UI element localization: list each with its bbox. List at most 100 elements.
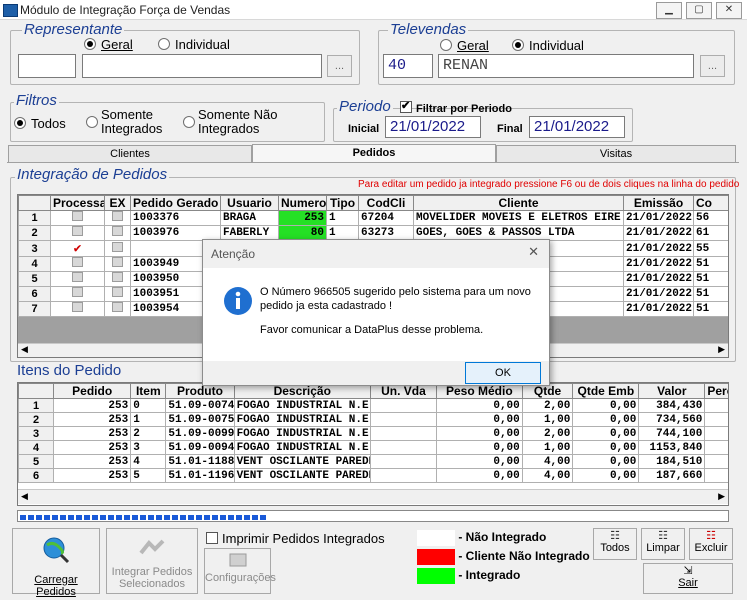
- tab-pedidos[interactable]: Pedidos: [252, 144, 496, 163]
- col-co[interactable]: Co: [693, 195, 728, 211]
- col-cliente[interactable]: Cliente: [413, 195, 624, 211]
- col-numero[interactable]: Numero: [278, 195, 327, 211]
- ex-cell[interactable]: [104, 225, 131, 241]
- itens-grid[interactable]: Pedido Item Produto Descrição Un. Vda Pe…: [17, 382, 729, 506]
- scroll-right-icon[interactable]: ▶: [718, 491, 725, 502]
- tele-browse-button[interactable]: ...: [700, 55, 725, 77]
- maximize-button[interactable]: ▢: [686, 2, 712, 19]
- ex-cell[interactable]: [104, 271, 131, 287]
- peso-medio-cell: 0,00: [435, 454, 523, 469]
- col-pedido[interactable]: Pedido: [53, 383, 132, 399]
- close-button[interactable]: ✕: [716, 2, 742, 19]
- progress-segment: [212, 515, 218, 520]
- carregar-pedidos-button[interactable]: Carregar Pedidos: [12, 528, 100, 598]
- minimize-button[interactable]: ▁: [656, 2, 682, 19]
- table-row[interactable]: 1253051.09-0074FOGAO INDUSTRIAL N.E 2 BO…: [18, 398, 728, 413]
- imprimir-integrados-checkbox[interactable]: Imprimir Pedidos Integrados: [206, 531, 385, 546]
- excluir-button[interactable]: ☷ Excluir: [689, 528, 733, 560]
- processa-cell[interactable]: ✔: [50, 240, 105, 257]
- item-cell: 4: [130, 454, 167, 469]
- col-processa[interactable]: Processa: [50, 195, 105, 211]
- tele-name-field[interactable]: RENAN: [438, 54, 694, 78]
- col-pedido-gerado[interactable]: Pedido Gerado: [130, 195, 221, 211]
- filtrar-periodo-checkbox[interactable]: Filtrar por Periodo: [400, 99, 512, 115]
- ex-cell[interactable]: [104, 286, 131, 302]
- data-inicial-field[interactable]: 21/01/2022: [385, 116, 481, 138]
- check-mark-icon: ✔: [73, 241, 82, 256]
- radio-icon: [86, 116, 98, 128]
- progress-segment: [76, 515, 82, 520]
- table-row[interactable]: 4253351.09-0094FOGAO INDUSTRIAL N.E 4 BO…: [18, 440, 728, 455]
- progress-segment: [132, 515, 138, 520]
- table-row[interactable]: 3253251.09-0099FOGAO INDUSTRIAL N.E 4 BO…: [18, 426, 728, 441]
- row-number: 2: [18, 225, 51, 241]
- data-final-field[interactable]: 21/01/2022: [529, 116, 625, 138]
- col-qtde-emb[interactable]: Qtde Emb: [572, 383, 640, 399]
- tab-clientes[interactable]: Clientes: [8, 145, 252, 162]
- tele-code-field[interactable]: 40: [383, 54, 433, 78]
- radio-icon: [440, 39, 452, 51]
- rep-name-field[interactable]: [82, 54, 322, 78]
- scroll-left-icon[interactable]: ◀: [21, 344, 28, 355]
- ex-cell[interactable]: [104, 301, 131, 317]
- row-number: 6: [18, 286, 51, 302]
- row-number: 3: [18, 426, 55, 441]
- processa-cell[interactable]: [50, 225, 105, 241]
- descricao-cell: VENT OSCILANTE PAREDE 1: [233, 454, 371, 469]
- legend-swatch: [417, 530, 455, 546]
- ex-cell[interactable]: [104, 240, 131, 257]
- progress-segment: [20, 515, 26, 520]
- qtde-emb-cell: 0,00: [572, 398, 640, 413]
- checkbox-icon: [112, 287, 123, 297]
- progress-fill: [20, 512, 267, 520]
- rep-browse-button[interactable]: ...: [327, 55, 352, 77]
- col-item[interactable]: Item: [130, 383, 167, 399]
- sair-button[interactable]: ⇲ Sair: [643, 563, 733, 594]
- filtro-todos-radio[interactable]: Todos: [14, 116, 66, 131]
- rep-geral-radio[interactable]: Geral: [84, 37, 133, 52]
- un-vda-cell: [369, 468, 437, 483]
- col-emissao[interactable]: Emissão: [623, 195, 694, 211]
- tele-individual-radio[interactable]: Individual: [512, 38, 584, 53]
- processa-cell[interactable]: [50, 271, 105, 287]
- tab-visitas[interactable]: Visitas: [496, 145, 736, 162]
- row-number: 1: [18, 210, 51, 226]
- ex-cell[interactable]: [104, 256, 131, 272]
- dialog-close-button[interactable]: ✕: [528, 244, 539, 260]
- limpar-button[interactable]: ☷ Limpar: [641, 528, 685, 560]
- col-tipo[interactable]: Tipo: [326, 195, 359, 211]
- col-perc-de[interactable]: Perc. De: [704, 383, 728, 399]
- scroll-left-icon[interactable]: ◀: [21, 491, 28, 502]
- integrar-pedidos-button[interactable]: Integrar Pedidos Selecionados: [106, 528, 198, 594]
- processa-cell[interactable]: [50, 286, 105, 302]
- col-codcli[interactable]: CodCli: [358, 195, 414, 211]
- ok-button[interactable]: OK: [465, 362, 541, 384]
- processa-cell[interactable]: [50, 210, 105, 226]
- progress-segment: [148, 515, 154, 520]
- globe-search-icon: [43, 537, 70, 564]
- todos-button[interactable]: ☷ Todos: [593, 528, 637, 560]
- itens-hscrollbar[interactable]: ◀ ▶: [18, 489, 728, 504]
- app-icon: [3, 4, 18, 17]
- ex-cell[interactable]: [104, 210, 131, 226]
- legend-swatch: [417, 549, 455, 565]
- col-usuario[interactable]: Usuario: [220, 195, 279, 211]
- final-label: Final: [497, 123, 523, 135]
- progress-segment: [60, 515, 66, 520]
- col-valor[interactable]: Valor: [638, 383, 706, 399]
- qtde-cell: 4,00: [521, 454, 574, 469]
- table-row[interactable]: 1 1003376 BRAGA 253 1 67204 MOVELIDER MOVEIS E…: [18, 210, 728, 226]
- configuracoes-button[interactable]: Configurações: [204, 548, 276, 594]
- table-row[interactable]: 5253451.01-1188VENT OSCILANTE PAREDE 1 0,…: [18, 454, 728, 469]
- col-ex[interactable]: EX: [104, 195, 131, 211]
- processa-cell[interactable]: [50, 301, 105, 317]
- table-row[interactable]: 6253551.01-1196VENT OSCILANTE PAREDE 1 0,…: [18, 468, 728, 483]
- scroll-right-icon[interactable]: ▶: [718, 344, 725, 355]
- progress-segment: [100, 515, 106, 520]
- rep-code-field[interactable]: [18, 54, 76, 78]
- processa-cell[interactable]: [50, 256, 105, 272]
- table-row[interactable]: 2253151.09-0075FOGAO INDUSTRIAL N.E 2 BO…: [18, 412, 728, 427]
- valor-cell: 184,510: [638, 454, 706, 469]
- rep-individual-radio[interactable]: Individual: [158, 37, 230, 52]
- tele-geral-radio[interactable]: Geral: [440, 38, 489, 53]
